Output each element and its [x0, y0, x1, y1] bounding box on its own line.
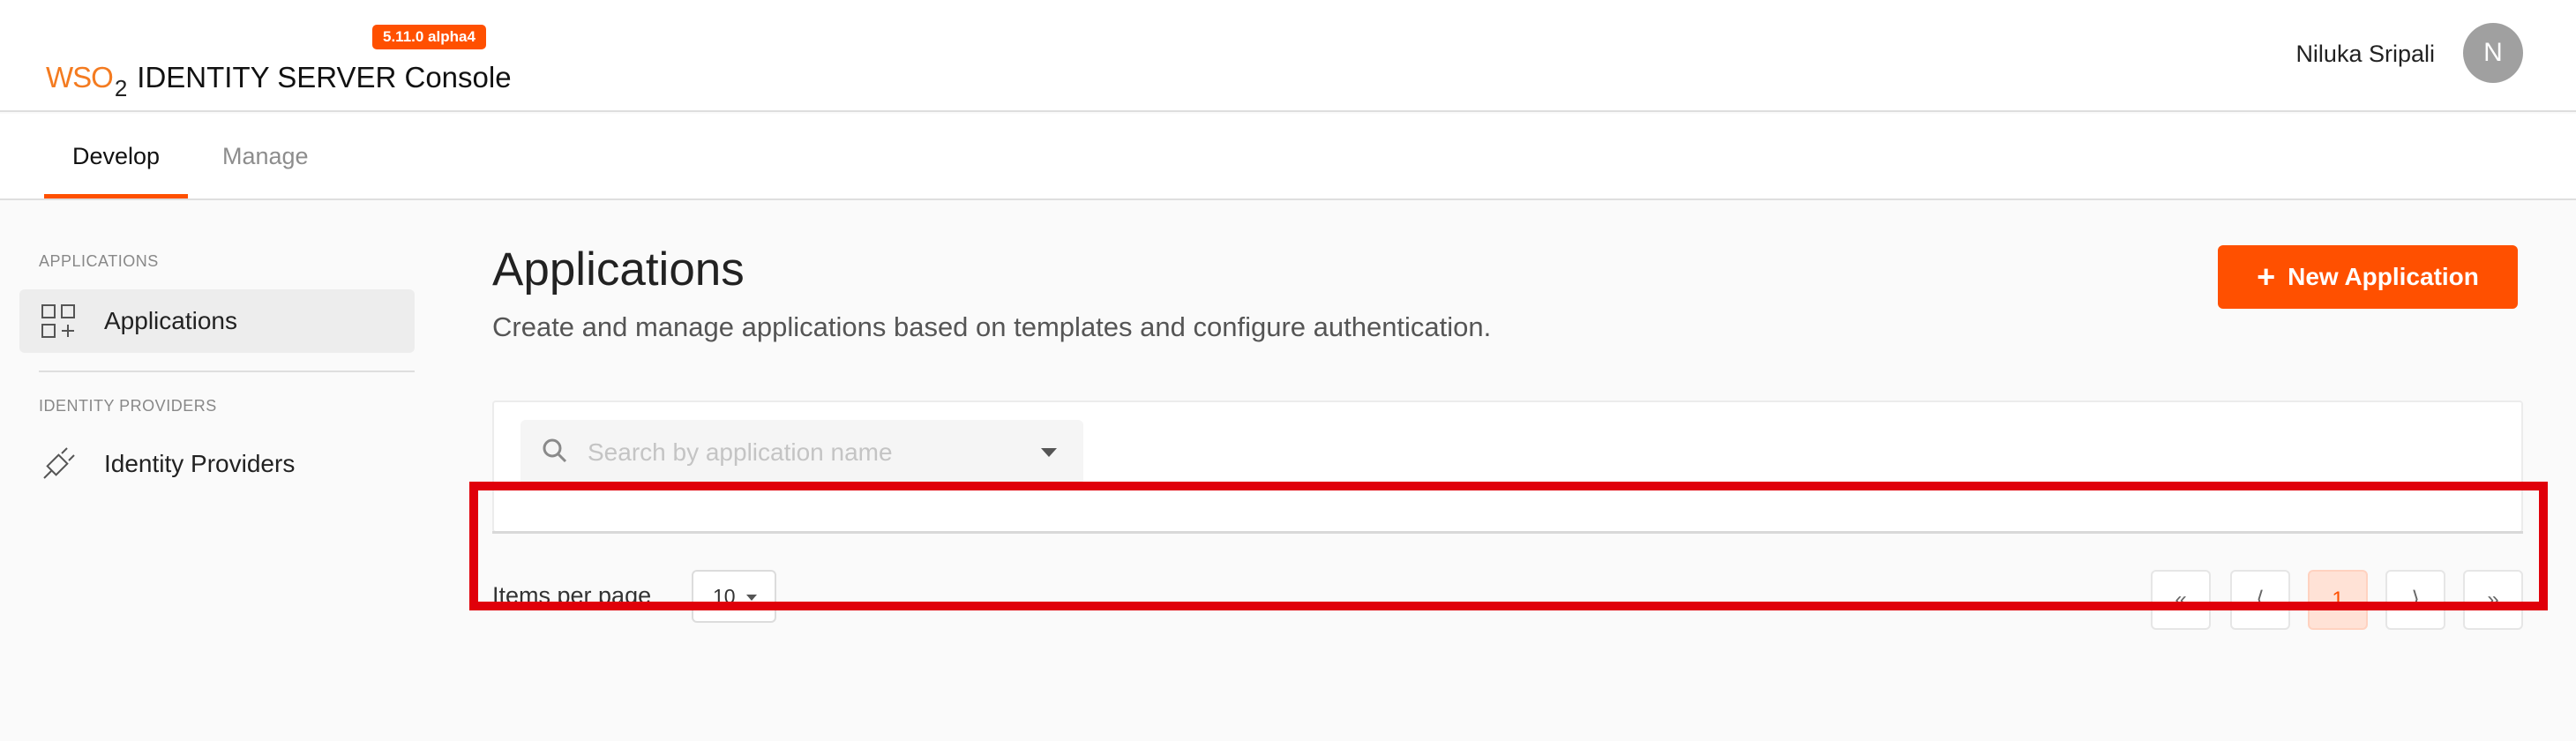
sidebar-item-identity-providers[interactable]: Identity Providers	[19, 432, 415, 496]
search-icon	[542, 438, 568, 468]
logo-mark: WSO2	[46, 61, 127, 101]
page-title: Applications	[492, 243, 745, 296]
main-tabbar: Develop Manage	[0, 114, 2576, 200]
items-per-page-value: 10	[713, 585, 736, 608]
sidebar-section-identity-providers: IDENTITY PROVIDERS	[39, 397, 217, 415]
tab-develop[interactable]: Develop	[44, 114, 189, 198]
apps-add-icon	[41, 303, 76, 339]
chevron-down-icon[interactable]	[1041, 448, 1057, 457]
pagination-next-button[interactable]: ⟩	[2385, 570, 2445, 630]
sidebar: APPLICATIONS Applications IDENTITY PROVI…	[0, 201, 423, 741]
plus-icon: +	[2257, 258, 2276, 295]
items-per-page-select[interactable]: 10	[692, 570, 776, 623]
app-header: WSO2 IDENTITY SERVER Console 5.11.0 alph…	[0, 0, 2576, 112]
sidebar-divider	[39, 370, 415, 372]
avatar[interactable]: N	[2463, 23, 2523, 83]
chevron-down-icon	[746, 595, 757, 601]
pagination-prev-button[interactable]: ⟨	[2230, 570, 2290, 630]
user-name[interactable]: Niluka Sripali	[2295, 41, 2435, 68]
pagination-current-page[interactable]: 1	[2308, 570, 2368, 630]
sidebar-item-label: Applications	[104, 307, 237, 334]
search-box[interactable]	[520, 420, 1083, 485]
list-divider	[492, 531, 2523, 534]
sidebar-item-label: Identity Providers	[104, 450, 296, 477]
new-application-label: New Application	[2288, 263, 2479, 290]
sidebar-item-applications[interactable]: Applications	[19, 289, 415, 353]
items-per-page-label: Items per page	[492, 582, 652, 609]
plug-icon	[41, 446, 76, 482]
sidebar-section-applications: APPLICATIONS	[39, 252, 159, 270]
page-subtitle: Create and manage applications based on …	[492, 311, 1492, 342]
version-badge: 5.11.0 alpha4	[372, 25, 486, 49]
pagination-first-button[interactable]: «	[2151, 570, 2211, 630]
pagination-last-button[interactable]: »	[2463, 570, 2523, 630]
wso2-logo[interactable]: WSO2 IDENTITY SERVER Console	[46, 48, 512, 101]
tab-manage[interactable]: Manage	[194, 114, 337, 198]
search-input[interactable]	[588, 438, 1029, 467]
product-title: IDENTITY SERVER Console	[137, 61, 512, 94]
new-application-button[interactable]: + New Application	[2218, 245, 2518, 309]
